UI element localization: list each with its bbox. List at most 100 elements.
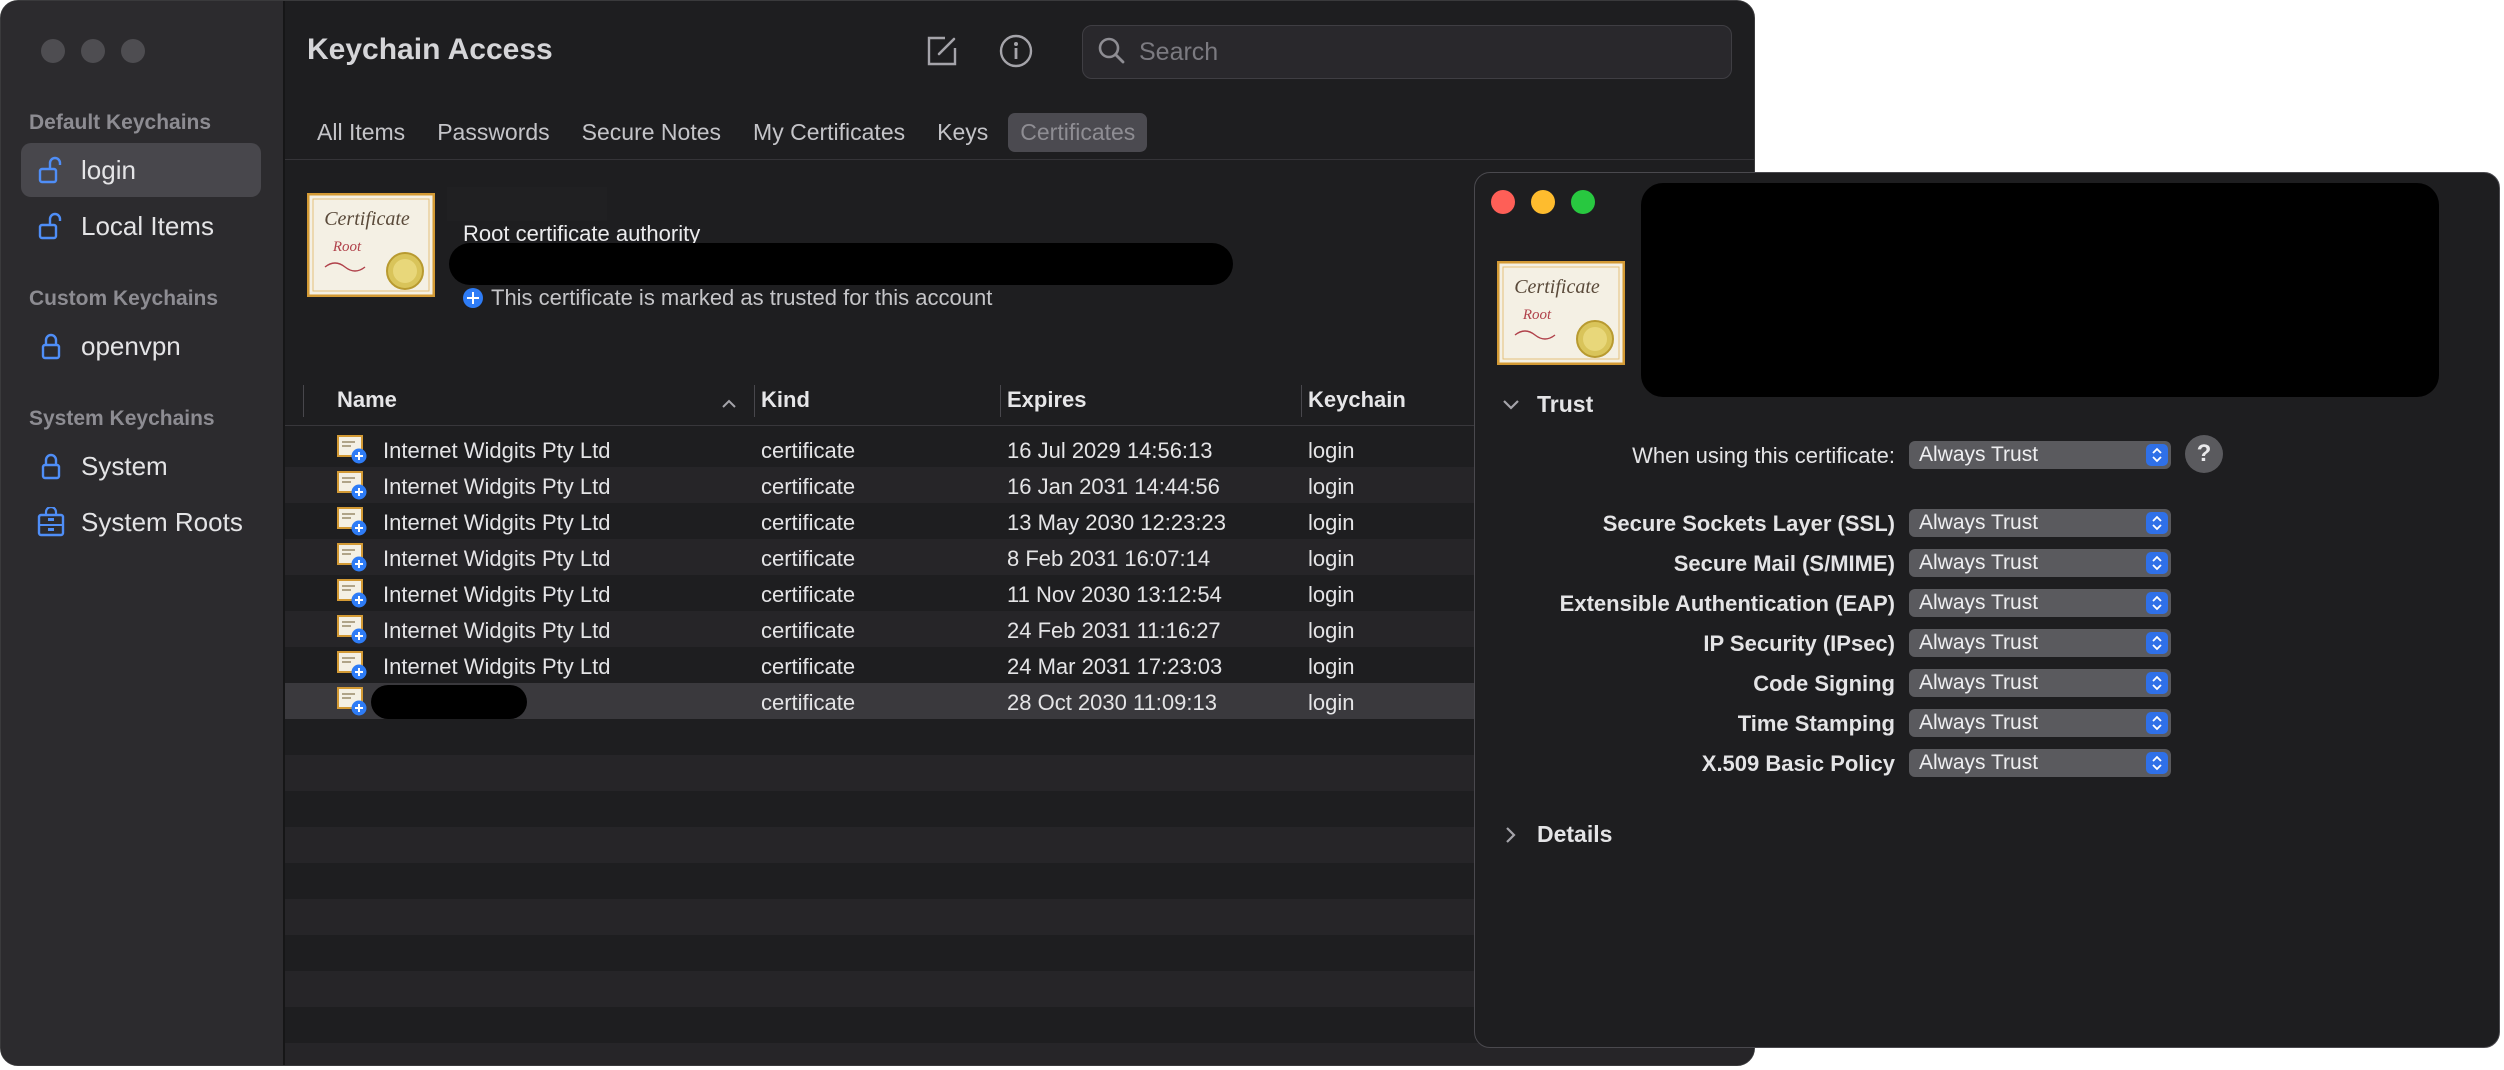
- search-field[interactable]: [1082, 25, 1732, 79]
- column-header-name[interactable]: Name: [337, 387, 397, 413]
- certificate-icon: [337, 542, 367, 578]
- cell-expires: 16 Jan 2031 14:44:56: [1007, 474, 1220, 499]
- column-header-keychain[interactable]: Keychain: [1308, 387, 1406, 413]
- minimize-button[interactable]: [1531, 190, 1555, 214]
- policy-popup-time-stamping[interactable]: Always Trust: [1909, 709, 2171, 737]
- popup-value: Always Trust: [1919, 671, 2039, 694]
- tab-my-certificates[interactable]: My Certificates: [741, 113, 917, 152]
- certificate-detail-window: Certificate Root Trust When using this c…: [1474, 172, 2500, 1048]
- unlocked-padlock-icon: [37, 155, 65, 185]
- policy-popup-x509[interactable]: Always Trust: [1909, 749, 2171, 777]
- certificate-icon: [337, 506, 367, 542]
- window-title: Keychain Access: [307, 33, 553, 66]
- zoom-button[interactable]: [121, 39, 145, 63]
- close-button[interactable]: [41, 39, 65, 63]
- help-button[interactable]: ?: [2185, 435, 2223, 473]
- window-controls: [1491, 190, 1595, 214]
- cell-kind: certificate: [761, 510, 856, 535]
- cell-expires: 24 Feb 2031 11:16:27: [1007, 618, 1221, 643]
- cell-expires: 8 Feb 2031 16:07:14: [1007, 546, 1211, 571]
- column-separator: [303, 385, 304, 417]
- policy-label-time-stamping: Time Stamping: [1737, 711, 1895, 736]
- certificate-icon: [337, 614, 367, 650]
- cell-name: Internet Widgits Pty Ltd: [383, 654, 611, 679]
- redacted-region: [371, 685, 527, 719]
- sidebar-item-system[interactable]: System: [21, 439, 261, 493]
- tab-all-items[interactable]: All Items: [305, 113, 417, 152]
- divider: [285, 159, 1754, 160]
- sidebar-item-label: Local Items: [81, 210, 214, 241]
- zoom-button[interactable]: [1571, 190, 1595, 214]
- tab-passwords[interactable]: Passwords: [425, 113, 561, 152]
- redacted-region: [449, 243, 1233, 285]
- sidebar-item-openvpn[interactable]: openvpn: [21, 319, 261, 373]
- compose-icon[interactable]: [922, 31, 962, 71]
- cell-kind: certificate: [761, 582, 856, 607]
- certificate-icon: [337, 434, 367, 470]
- policy-label-smime: Secure Mail (S/MIME): [1673, 551, 1895, 576]
- category-tabs: All Items Passwords Secure Notes My Cert…: [305, 113, 1155, 152]
- trust-section-label: Trust: [1537, 391, 1594, 417]
- sidebar-item-label: System: [81, 450, 168, 481]
- policy-popup-ipsec[interactable]: Always Trust: [1909, 629, 2171, 657]
- details-section-label: Details: [1537, 821, 1613, 847]
- sidebar: Default Keychains login Local Items Cust…: [1, 1, 285, 1065]
- tab-certificates[interactable]: Certificates: [1008, 113, 1148, 152]
- certificate-icon: [337, 470, 367, 506]
- cell-keychain: login: [1308, 618, 1355, 643]
- certificate-icon: [337, 650, 367, 686]
- column-header-expires[interactable]: Expires: [1007, 387, 1087, 413]
- cell-kind: certificate: [761, 618, 856, 643]
- policy-label-ssl: Secure Sockets Layer (SSL): [1602, 511, 1895, 536]
- chevron-down-icon: [1497, 399, 1525, 411]
- popup-value: Always Trust: [1919, 631, 2039, 654]
- sidebar-item-login[interactable]: login: [21, 143, 261, 197]
- minimize-button[interactable]: [81, 39, 105, 63]
- cell-name: Internet Widgits Pty Ltd: [383, 438, 611, 463]
- certificate-icon: [337, 578, 367, 614]
- up-down-arrows-icon: [2146, 632, 2168, 654]
- cell-keychain: login: [1308, 546, 1355, 571]
- cell-expires: 13 May 2030 12:23:23: [1007, 510, 1226, 535]
- popup-value: Always Trust: [1919, 591, 2039, 614]
- popup-value: Always Trust: [1919, 711, 2039, 734]
- trust-status-text: This certificate is marked as trusted fo…: [491, 285, 993, 310]
- when-using-popup[interactable]: Always Trust: [1909, 441, 2171, 469]
- up-down-arrows-icon: [2146, 552, 2168, 574]
- cell-expires: 28 Oct 2030 11:09:13: [1007, 690, 1217, 715]
- policy-popup-ssl[interactable]: Always Trust: [1909, 509, 2171, 537]
- sort-ascending-icon[interactable]: [721, 395, 737, 413]
- trust-status: This certificate is marked as trusted fo…: [463, 285, 992, 311]
- redacted-region: [1641, 183, 2439, 397]
- sidebar-item-system-roots[interactable]: System Roots: [21, 495, 261, 549]
- locked-padlock-icon: [37, 331, 65, 361]
- up-down-arrows-icon: [2146, 444, 2168, 466]
- column-separator: [1301, 385, 1302, 417]
- tab-secure-notes[interactable]: Secure Notes: [570, 113, 733, 152]
- policy-popup-eap[interactable]: Always Trust: [1909, 589, 2171, 617]
- popup-value: Always Trust: [1919, 751, 2039, 774]
- details-section-toggle[interactable]: Details: [1497, 821, 1612, 848]
- info-icon[interactable]: [996, 31, 1036, 71]
- up-down-arrows-icon: [2146, 592, 2168, 614]
- policy-popup-code-signing[interactable]: Always Trust: [1909, 669, 2171, 697]
- cell-name: Internet Widgits Pty Ltd: [383, 474, 611, 499]
- cell-name: Internet Widgits Pty Ltd: [383, 510, 611, 535]
- locked-padlock-icon: [37, 451, 65, 481]
- trust-section-toggle[interactable]: Trust: [1497, 391, 1593, 418]
- cell-keychain: login: [1308, 654, 1355, 679]
- cell-name: Internet Widgits Pty Ltd: [383, 618, 611, 643]
- column-header-kind[interactable]: Kind: [761, 387, 810, 413]
- tab-keys[interactable]: Keys: [925, 113, 1000, 152]
- popup-value: Always Trust: [1919, 443, 2039, 466]
- close-button[interactable]: [1491, 190, 1515, 214]
- cell-expires: 16 Jul 2029 14:56:13: [1007, 438, 1213, 463]
- cell-kind: certificate: [761, 654, 856, 679]
- cell-kind: certificate: [761, 474, 856, 499]
- cell-kind: certificate: [761, 690, 856, 715]
- policy-popup-smime[interactable]: Always Trust: [1909, 549, 2171, 577]
- search-input[interactable]: [1137, 36, 1701, 68]
- column-separator: [1000, 385, 1001, 417]
- certificate-icon: Certificate Root: [1496, 260, 1626, 370]
- sidebar-item-local-items[interactable]: Local Items: [21, 199, 261, 253]
